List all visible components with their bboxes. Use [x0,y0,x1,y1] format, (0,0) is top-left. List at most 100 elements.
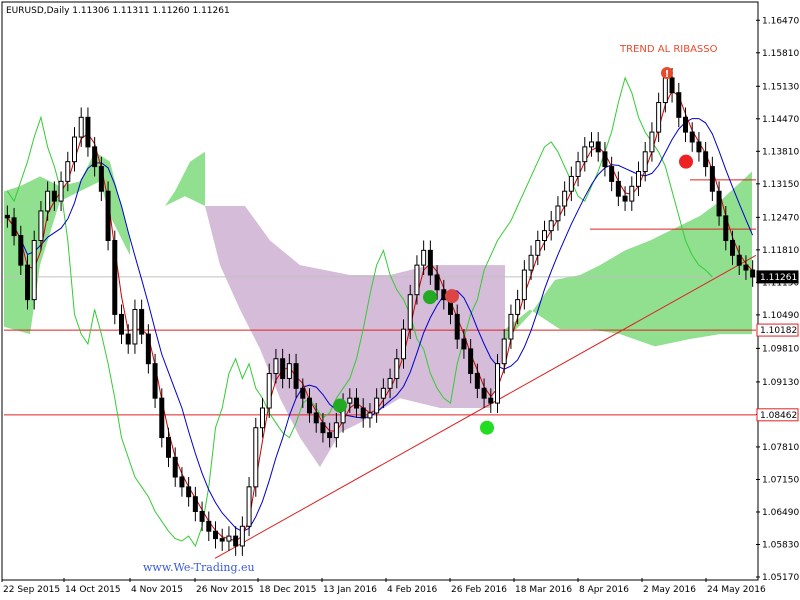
candle-body [501,338,507,365]
candle-body [709,166,715,192]
x-tick-label: 14 Oct 2015 [65,585,121,595]
x-tick-label: 22 Sep 2015 [3,585,60,595]
y-tick-label: 1.07150 [762,475,799,485]
candle-body [669,77,675,94]
candle-body [260,407,265,429]
candle-body [521,269,527,301]
y-tick-label: 1.16470 [762,16,799,26]
candle-body [736,254,742,266]
candle-body [380,387,386,399]
candle-body [629,185,635,202]
candle-body [360,407,366,419]
candle-body [636,171,641,187]
y-tick-label: 1.05170 [762,573,799,583]
candle-body [186,486,192,498]
x-tick-label: 26 Feb 2016 [451,585,507,595]
candle-body [548,220,554,232]
candle-body [568,175,574,192]
candle-body [434,274,440,291]
candle-body [313,412,319,424]
x-tick-label: 8 Apr 2016 [579,585,629,595]
candle-body [703,151,709,168]
candle-body [374,397,380,414]
candle-body [649,131,655,153]
y-tick-label: 1.11810 [762,246,799,256]
candle-body [615,180,621,197]
candle-body [4,214,10,219]
price-label-text: 1.10182 [760,326,797,336]
candle-body [327,432,333,439]
price-label-text: 1.08462 [760,411,797,421]
candle-body [508,313,514,340]
candle-body [461,338,467,350]
candle-body [239,525,245,547]
candle-body [226,535,232,542]
candle-body [602,151,608,168]
y-tick-label: 1.12470 [762,213,799,223]
candle-body [347,397,353,404]
candle-body [253,427,259,488]
y-tick-label: 1.14470 [762,115,799,125]
candle-body [723,215,729,241]
candle-body [562,190,568,207]
x-tick-label: 4 Feb 2016 [387,585,438,595]
candle-body [65,161,71,182]
candle-body [515,299,521,315]
candle-body [78,116,84,138]
candle-body [407,294,413,330]
candle-body [743,264,749,271]
x-tick-label: 4 Nov 2015 [131,585,183,595]
candle-body [51,190,57,202]
candle-body [307,397,312,414]
candle-body [132,308,138,345]
candle-body [333,422,339,439]
candle-body [401,328,406,360]
candle-body [159,397,165,439]
candle-body [293,363,299,389]
candle-body [575,161,581,177]
candle-body [112,239,118,315]
y-tick-label: 1.10490 [762,311,799,321]
candle-body [696,141,702,153]
candle-body [145,333,151,365]
candle-body [92,146,98,168]
candle-body [454,313,460,340]
candle-body [125,333,131,345]
candle-body [58,180,64,202]
y-tick-label: 1.13810 [762,147,799,157]
candle-body [119,313,124,335]
candle-body [555,205,561,222]
y-tick-label: 1.15810 [762,49,799,59]
svg-text:!: ! [665,69,670,80]
candle-body [246,486,252,527]
x-tick-label: 18 Mar 2016 [515,585,572,595]
candle-body [730,239,735,256]
y-tick-label: 1.06490 [762,508,799,518]
candle-body [72,136,77,163]
y-tick-label: 1.05830 [762,540,799,550]
candle-body [676,92,682,118]
candle-body [85,116,91,148]
candle-body [622,195,628,202]
candle-body [427,249,433,276]
candle-body [689,131,695,143]
candle-body [172,456,178,478]
candle-body [31,239,37,301]
x-tick-label: 13 Jan 2016 [323,585,377,595]
signal-dot [480,420,494,435]
signal-dot [423,290,437,305]
y-tick-label: 1.09130 [762,378,799,388]
candle-body [273,358,279,375]
y-tick-label: 1.07810 [762,443,799,453]
candle-body [25,264,30,301]
candle-body [609,166,615,182]
candle-body [662,77,668,104]
y-tick-label: 1.09810 [762,344,799,354]
candle-body [542,230,547,241]
chart-title: EURUSD,Daily 1.11306 1.11311 1.11260 1.1… [6,6,230,16]
candle-body [488,397,494,404]
signal-dot [333,398,347,413]
candle-body [528,254,534,271]
candle-body [535,239,541,256]
candle-body [105,190,111,241]
